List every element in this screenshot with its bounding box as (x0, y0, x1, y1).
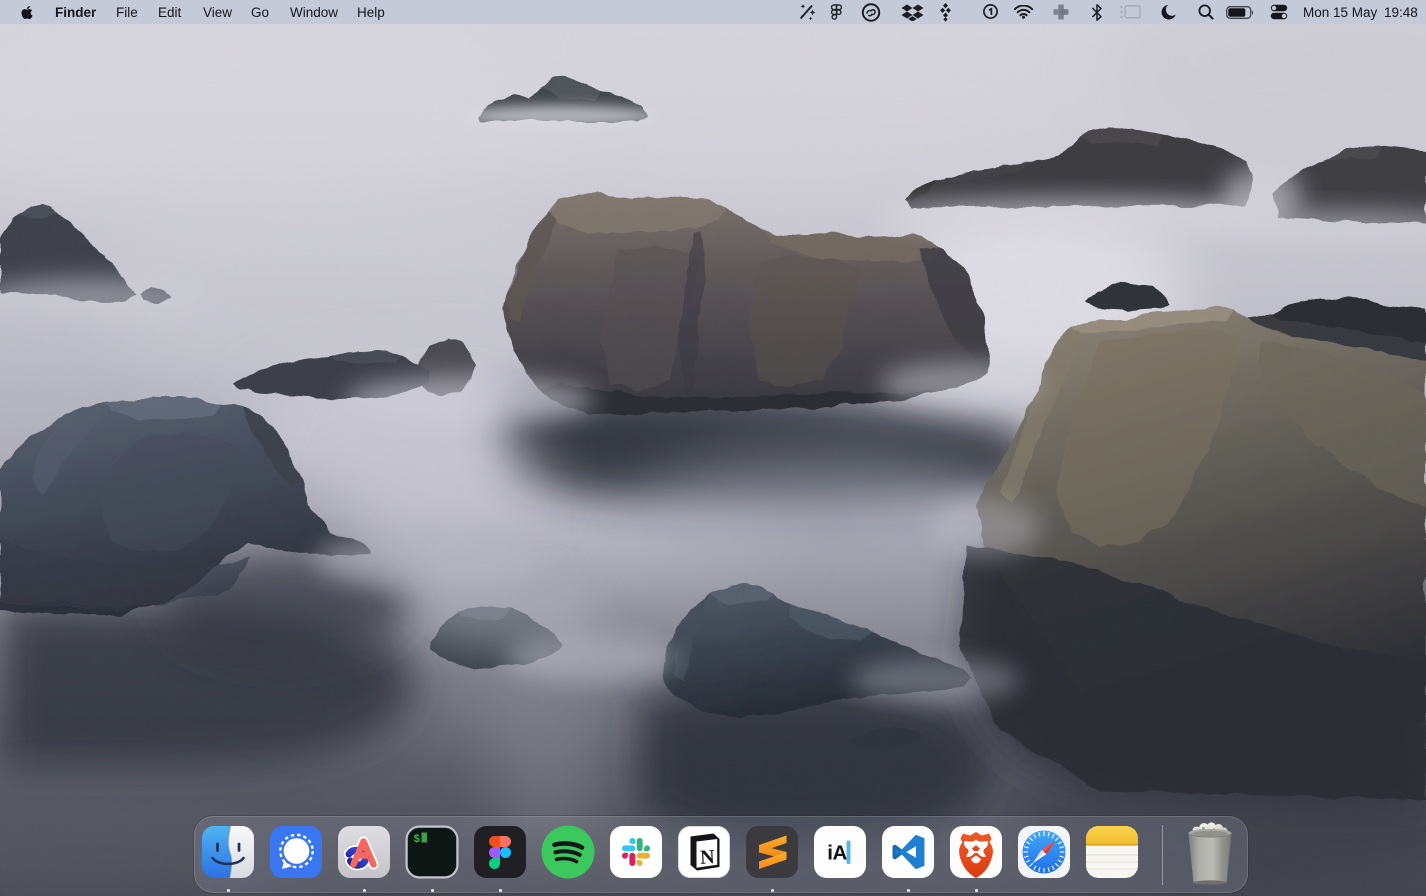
svg-text:iA: iA (827, 842, 847, 865)
svg-text:N: N (700, 846, 716, 869)
svg-text:$: $ (414, 834, 421, 846)
